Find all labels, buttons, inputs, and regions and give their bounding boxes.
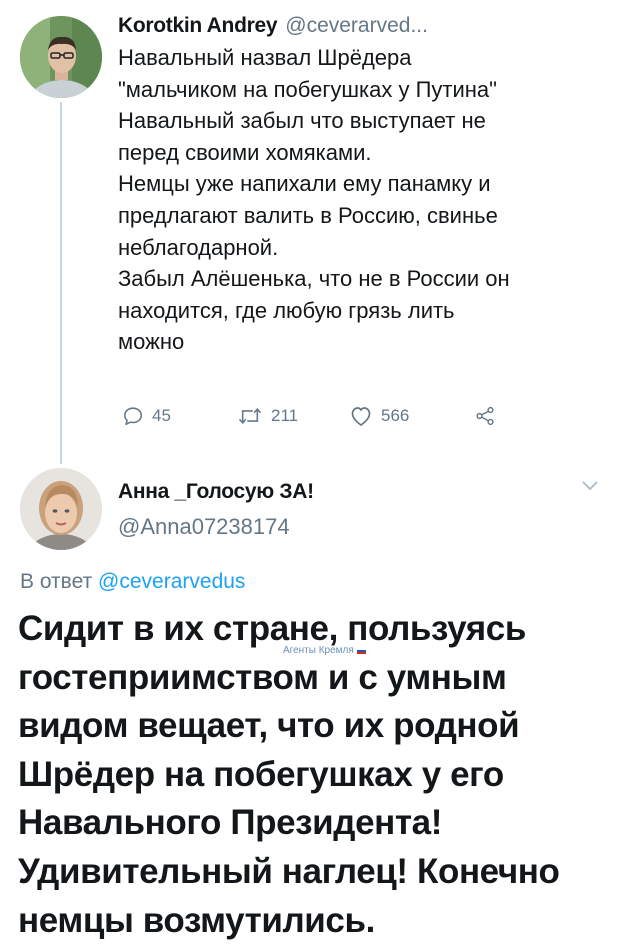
reply-button[interactable]: 45 (122, 405, 237, 427)
avatar-anna[interactable] (20, 468, 102, 550)
tweet-text-line: гостеприимством и с умным (18, 657, 507, 697)
author-name[interactable]: Анна _Голосую ЗА! (118, 480, 314, 504)
tweet-text-line: Навальный забыл что выступает не (118, 108, 486, 134)
watermark-text: Агенты Кремля (283, 645, 354, 656)
like-button[interactable]: 566 (349, 405, 474, 427)
tweet-text-line: "мальчиком на побегушках у Путина" (118, 76, 497, 102)
reply-to-link[interactable]: @ceverarvedus (98, 570, 245, 593)
tweet-text-line: Забыл Алёшенька, что не в России он (118, 266, 510, 292)
tweet-text-line: предлагают валить в Россию, свинье (118, 202, 498, 228)
tweet-actions: 45 211 566 (122, 405, 496, 427)
tweet-text-line: неблагодарной. (118, 234, 279, 260)
retweet-count: 211 (271, 406, 299, 425)
more-options-button[interactable] (580, 478, 600, 497)
tweet-korotkin: Korotkin Andrey @ceverarved... Навальный… (118, 14, 608, 358)
tweet-text-line: находится, где любую грязь лить (118, 297, 455, 323)
reply-count: 45 (152, 406, 171, 425)
tweet-text-line: Навальный назвал Шрёдера (118, 45, 412, 70)
avatar-photo (20, 468, 102, 550)
like-count: 566 (381, 406, 410, 425)
watermark: Агенты Кремля (283, 645, 366, 656)
retweet-button[interactable]: 211 (237, 405, 349, 427)
tweet-header: Korotkin Andrey @ceverarved... (118, 14, 608, 38)
chevron-down-icon (582, 481, 598, 491)
reply-tweet-header: Анна _Голосую ЗА! @Anna07238174 (118, 480, 314, 540)
avatar-korotkin[interactable] (20, 16, 102, 98)
tweet-text-line: Удивительный наглец! Конечно (18, 851, 560, 891)
tweet-text-line: перед своими хомяками. (118, 139, 372, 165)
avatar-photo (20, 16, 102, 98)
reply-icon (123, 407, 143, 426)
share-icon (476, 406, 494, 426)
author-handle[interactable]: @ceverarved... (285, 14, 428, 38)
retweet-icon (238, 407, 262, 425)
tweet-text-line: можно (118, 329, 185, 355)
author-handle[interactable]: @Anna07238174 (118, 514, 314, 540)
flag-icon (356, 647, 366, 654)
reply-tweet-text: Сидит в их стране, пользуясь гостеприимс… (18, 605, 614, 945)
thread-connector-line (60, 102, 62, 464)
tweet-text-line: немцы возмутились. (18, 900, 375, 940)
tweet-text-line: Немцы уже напихали ему панамку и (118, 171, 491, 197)
share-button[interactable] (474, 405, 496, 427)
reply-context: В ответ @ceverarvedus (20, 570, 245, 594)
like-icon (351, 407, 371, 427)
tweet-text-line: Навального Президента! (18, 803, 442, 843)
tweet-text-line: видом вещает, что их родной (18, 706, 520, 746)
tweet-text: Навальный назвал Шрёдера "мальчиком на п… (118, 42, 608, 358)
reply-prefix: В ответ (20, 570, 93, 593)
tweet-text-line: Шрёдер на побегушках у его (18, 754, 504, 794)
author-name[interactable]: Korotkin Andrey (118, 14, 278, 38)
